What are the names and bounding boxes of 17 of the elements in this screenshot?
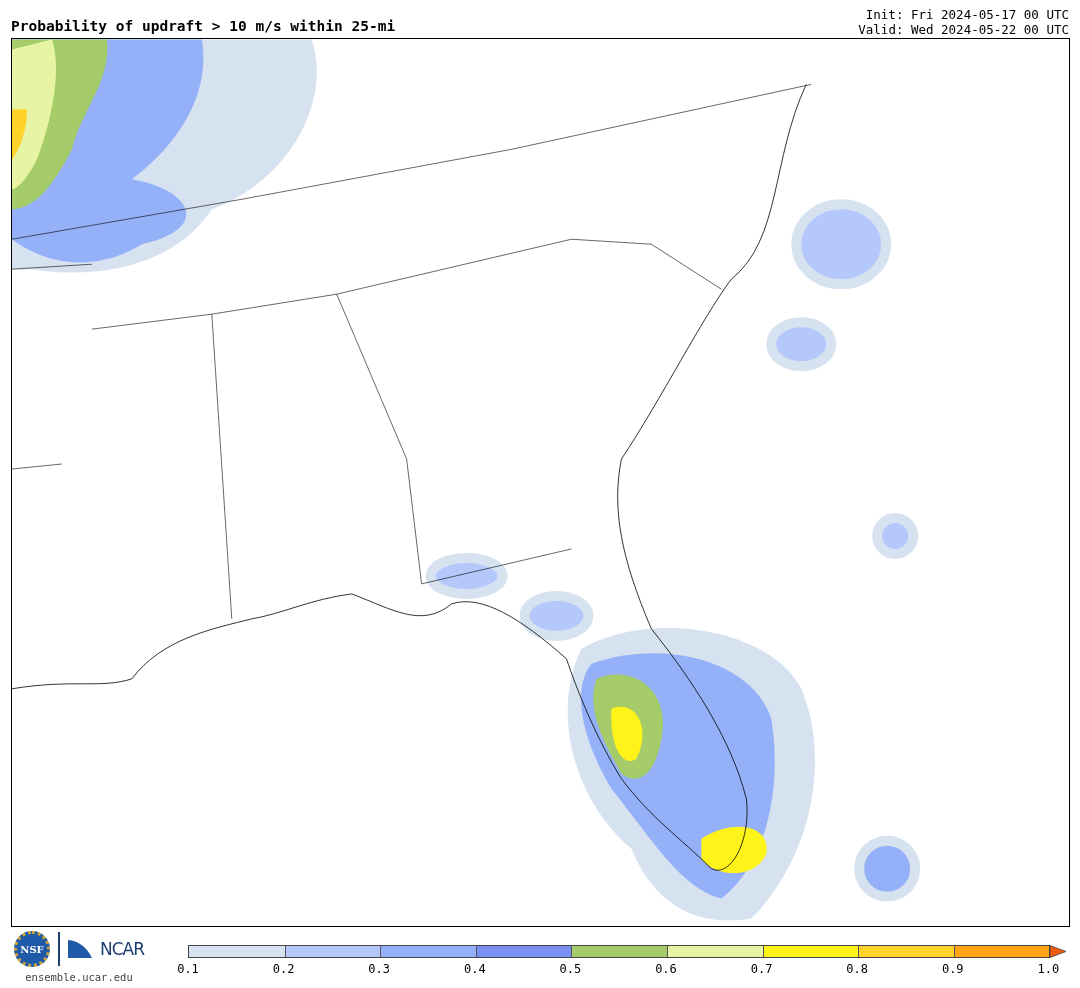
tick-label: 0.5 (558, 962, 583, 976)
tick-label: 0.2 (271, 962, 296, 976)
tick-label: 0.3 (367, 962, 392, 976)
tick-label: 0.8 (845, 962, 869, 976)
tick-label: 0.1 (176, 962, 200, 976)
site-url: ensemble.ucar.edu (25, 971, 133, 983)
chart-title: Probability of updraft > 10 m/s within 25-mi (11, 18, 396, 36)
init-time: Init: Fri 2024-05-17 00 UTC (865, 7, 1069, 22)
tick-label: 1.0 (1036, 962, 1061, 976)
ncar-logo: NCAR (100, 939, 144, 959)
valid-time: Valid: Wed 2024-05-22 00 UTC (858, 22, 1069, 37)
tick-label: 0.9 (940, 962, 965, 976)
wedge-logo-icon (68, 940, 92, 958)
tick-label: 0.6 (654, 962, 678, 976)
tick-label: 0.4 (462, 962, 487, 976)
nsf-logo: NSF (14, 931, 50, 967)
tick-label: 0.7 (749, 962, 774, 976)
